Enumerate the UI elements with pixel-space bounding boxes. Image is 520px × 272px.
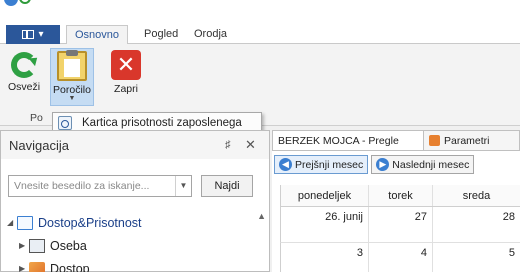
- refresh-label: Osveži: [7, 81, 41, 93]
- tree-item-label: Oseba: [50, 238, 87, 253]
- search-input[interactable]: Vnesite besedilo za iskanje... ▼: [8, 175, 192, 197]
- arrow-right-icon: ▶: [376, 158, 390, 171]
- calendar-day-cell[interactable]: 28: [433, 207, 520, 242]
- day-header: sreda: [433, 185, 520, 206]
- find-button[interactable]: Najdi: [201, 175, 253, 197]
- title-bar: [0, 0, 520, 20]
- menu-item-label: Kartica prisotnosti zaposlenega: [82, 117, 242, 129]
- previous-month-label: Prejšnji mesec: [295, 158, 364, 171]
- calendar-header: ponedeljek torek sreda: [280, 185, 520, 207]
- report-button[interactable]: Poročilo ▼: [50, 48, 94, 106]
- chevron-down-icon: ▾: [38, 29, 44, 40]
- tab-osnovno[interactable]: Osnovno: [66, 25, 129, 45]
- tab-pogled[interactable]: Pogled: [136, 25, 186, 44]
- refresh-icon: [11, 52, 37, 78]
- search-placeholder: Vnesite besedilo za iskanje...: [14, 180, 150, 192]
- collapsed-arrow-icon[interactable]: ▶: [19, 264, 29, 272]
- expanded-arrow-icon[interactable]: ◢: [7, 218, 17, 227]
- app-menu-icon: [22, 30, 35, 39]
- tab-orodja[interactable]: Orodja: [186, 25, 235, 44]
- tree-item-label: Dostop: [50, 261, 90, 272]
- ribbon-tabs: ▾ Osnovno Pogled Orodja: [0, 20, 520, 45]
- refresh-button[interactable]: Osveži: [2, 48, 46, 106]
- tree-item-dostop-prisotnost[interactable]: ◢ Dostop&Prisotnost: [7, 211, 262, 234]
- clipboard-icon: [57, 50, 87, 81]
- document-icon: [17, 215, 33, 230]
- calendar-grid: ponedeljek torek sreda 26. junij 27 28 3…: [280, 185, 520, 272]
- app-logo-icon: [4, 0, 31, 8]
- document-area: BERZEK MOJCA - Pregle Parametri ◀ Prejšn…: [272, 130, 520, 272]
- next-month-label: Naslednji mesec: [392, 158, 470, 171]
- navigation-title: Navigacija: [9, 138, 69, 153]
- tab-label: BERZEK MOJCA - Pregle: [278, 134, 399, 147]
- close-icon: ✕: [111, 50, 141, 80]
- tab-label: Parametri: [444, 134, 490, 147]
- app-menu-button[interactable]: ▾: [6, 25, 60, 44]
- calendar-day-cell[interactable]: 3: [281, 243, 369, 272]
- parameters-icon: [429, 135, 440, 146]
- day-header: torek: [369, 185, 433, 206]
- tab-parameters[interactable]: Parametri: [424, 130, 520, 151]
- tree-item-oseba[interactable]: ▶ Oseba: [7, 234, 262, 257]
- calendar-day-cell[interactable]: 26. junij: [281, 207, 369, 242]
- month-navigation: ◀ Prejšnji mesec ▶ Naslednji mesec: [274, 155, 475, 174]
- previous-month-button[interactable]: ◀ Prejšnji mesec: [274, 155, 369, 174]
- chevron-down-icon[interactable]: ▼: [175, 176, 191, 196]
- close-label: Zapri: [114, 83, 138, 95]
- day-header: ponedeljek: [281, 185, 369, 206]
- report-search-icon: [58, 116, 72, 130]
- tab-employee-overview[interactable]: BERZEK MOJCA - Pregle: [272, 130, 424, 151]
- arrow-left-icon: ◀: [279, 158, 292, 171]
- navigation-panel: Navigacija ♯ ✕ Vnesite besedilo za iskan…: [0, 130, 270, 272]
- ribbon-group-label: Po: [30, 112, 43, 124]
- close-document-button[interactable]: ✕ Zapri: [104, 48, 148, 106]
- navigation-tree: ◢ Dostop&Prisotnost ▶ Oseba ▶ Dostop: [7, 211, 262, 272]
- calendar-day-cell[interactable]: 27: [369, 207, 433, 242]
- calendar-week-row: 26. junij 27 28: [280, 207, 520, 243]
- chevron-down-icon: ▼: [68, 95, 76, 102]
- pin-icon[interactable]: ♯: [225, 139, 231, 151]
- collapsed-arrow-icon[interactable]: ▶: [19, 241, 29, 250]
- tree-item-label: Dostop&Prisotnost: [38, 215, 142, 230]
- key-icon: [29, 261, 45, 272]
- id-card-icon: [29, 238, 45, 253]
- next-month-button[interactable]: ▶ Naslednji mesec: [371, 155, 475, 174]
- calendar-week-row: 3 4 5: [280, 243, 520, 272]
- navigation-header: Navigacija ♯ ✕: [1, 131, 269, 159]
- calendar-day-cell[interactable]: 5: [433, 243, 520, 272]
- close-panel-icon[interactable]: ✕: [245, 137, 256, 153]
- tree-item-dostop[interactable]: ▶ Dostop: [7, 257, 262, 272]
- calendar-day-cell[interactable]: 4: [369, 243, 433, 272]
